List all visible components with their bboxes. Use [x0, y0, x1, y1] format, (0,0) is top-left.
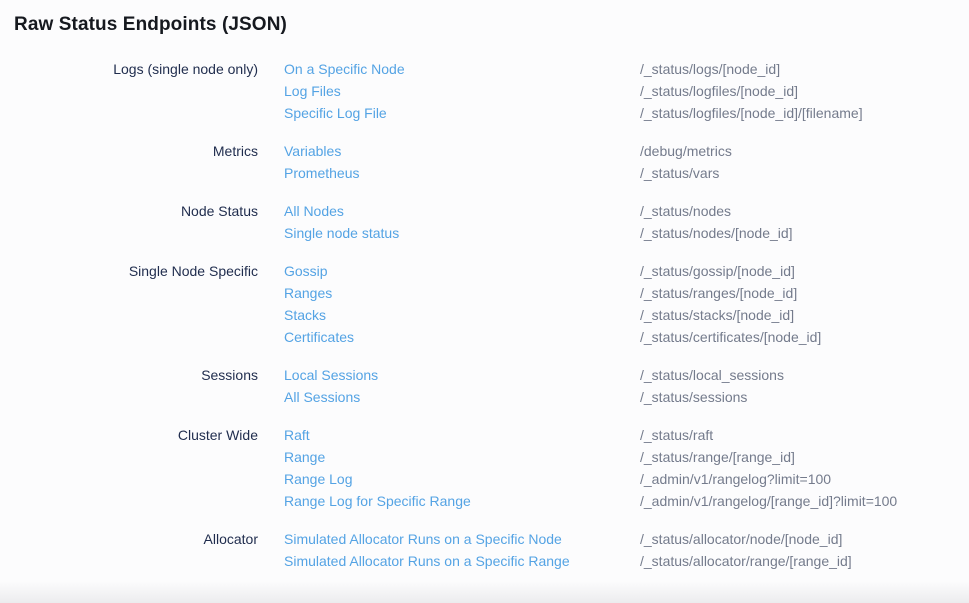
group-rows: On a Specific Node /_status/logs/[node_i… — [284, 58, 955, 124]
group-cluster-wide: Cluster Wide Raft /_status/raft Range /_… — [14, 424, 955, 512]
group-rows: Variables /debug/metrics Prometheus /_st… — [284, 140, 955, 184]
group-logs: Logs (single node only) On a Specific No… — [14, 58, 955, 124]
group-rows: Raft /_status/raft Range /_status/range/… — [284, 424, 955, 512]
endpoint-path: /debug/metrics — [640, 140, 732, 162]
endpoint-link-range-log-for-specific-range[interactable]: Range Log for Specific Range — [284, 490, 640, 512]
group-single-node-specific: Single Node Specific Gossip /_status/gos… — [14, 260, 955, 348]
group-node-status: Node Status All Nodes /_status/nodes Sin… — [14, 200, 955, 244]
endpoint-path: /_status/gossip/[node_id] — [640, 260, 795, 282]
endpoint-row: Stacks /_status/stacks/[node_id] — [284, 304, 955, 326]
group-rows: Gossip /_status/gossip/[node_id] Ranges … — [284, 260, 955, 348]
endpoint-row: Raft /_status/raft — [284, 424, 955, 446]
endpoint-link-ranges[interactable]: Ranges — [284, 282, 640, 304]
endpoint-link-all-nodes[interactable]: All Nodes — [284, 200, 640, 222]
endpoint-link-local-sessions[interactable]: Local Sessions — [284, 364, 640, 386]
endpoint-link-range-log[interactable]: Range Log — [284, 468, 640, 490]
endpoint-link-log-files[interactable]: Log Files — [284, 80, 640, 102]
endpoint-link-range[interactable]: Range — [284, 446, 640, 468]
endpoint-row: All Nodes /_status/nodes — [284, 200, 955, 222]
endpoint-row: Gossip /_status/gossip/[node_id] — [284, 260, 955, 282]
endpoint-link-stacks[interactable]: Stacks — [284, 304, 640, 326]
endpoint-link-gossip[interactable]: Gossip — [284, 260, 640, 282]
group-rows: Local Sessions /_status/local_sessions A… — [284, 364, 955, 408]
endpoint-path: /_status/allocator/node/[node_id] — [640, 528, 842, 550]
endpoint-row: Local Sessions /_status/local_sessions — [284, 364, 955, 386]
raw-status-endpoints-page: Raw Status Endpoints (JSON) Logs (single… — [0, 0, 969, 572]
group-category-label: Sessions — [14, 364, 258, 386]
endpoint-link-simulated-allocator-runs-range[interactable]: Simulated Allocator Runs on a Specific R… — [284, 550, 640, 572]
endpoint-row: Range Log /_admin/v1/rangelog?limit=100 — [284, 468, 955, 490]
endpoint-link-single-node-status[interactable]: Single node status — [284, 222, 640, 244]
bottom-fade — [0, 581, 969, 603]
endpoint-row: Simulated Allocator Runs on a Specific R… — [284, 550, 955, 572]
endpoint-path: /_status/ranges/[node_id] — [640, 282, 797, 304]
endpoint-path: /_status/stacks/[node_id] — [640, 304, 794, 326]
endpoint-row: Single node status /_status/nodes/[node_… — [284, 222, 955, 244]
group-rows: All Nodes /_status/nodes Single node sta… — [284, 200, 955, 244]
endpoint-row: Log Files /_status/logfiles/[node_id] — [284, 80, 955, 102]
endpoint-path: /_status/logfiles/[node_id]/[filename] — [640, 102, 863, 124]
endpoint-path: /_status/local_sessions — [640, 364, 784, 386]
endpoint-link-prometheus[interactable]: Prometheus — [284, 162, 640, 184]
group-rows: Simulated Allocator Runs on a Specific N… — [284, 528, 955, 572]
endpoint-path: /_admin/v1/rangelog/[range_id]?limit=100 — [640, 490, 897, 512]
group-allocator: Allocator Simulated Allocator Runs on a … — [14, 528, 955, 572]
group-category-label: Cluster Wide — [14, 424, 258, 446]
endpoint-link-specific-log-file[interactable]: Specific Log File — [284, 102, 640, 124]
endpoint-row: On a Specific Node /_status/logs/[node_i… — [284, 58, 955, 80]
endpoint-path: /_status/vars — [640, 162, 719, 184]
endpoint-row: Prometheus /_status/vars — [284, 162, 955, 184]
group-category-label: Single Node Specific — [14, 260, 258, 282]
group-sessions: Sessions Local Sessions /_status/local_s… — [14, 364, 955, 408]
endpoint-row: Certificates /_status/certificates/[node… — [284, 326, 955, 348]
endpoint-path: /_status/certificates/[node_id] — [640, 326, 821, 348]
endpoint-path: /_status/logfiles/[node_id] — [640, 80, 798, 102]
endpoint-link-certificates[interactable]: Certificates — [284, 326, 640, 348]
endpoint-row: Simulated Allocator Runs on a Specific N… — [284, 528, 955, 550]
endpoint-row: Ranges /_status/ranges/[node_id] — [284, 282, 955, 304]
endpoint-row: Specific Log File /_status/logfiles/[nod… — [284, 102, 955, 124]
endpoint-path: /_status/sessions — [640, 386, 747, 408]
endpoint-link-variables[interactable]: Variables — [284, 140, 640, 162]
endpoints-table: Logs (single node only) On a Specific No… — [14, 58, 955, 572]
endpoint-link-all-sessions[interactable]: All Sessions — [284, 386, 640, 408]
endpoint-row: Range Log for Specific Range /_admin/v1/… — [284, 490, 955, 512]
group-metrics: Metrics Variables /debug/metrics Prometh… — [14, 140, 955, 184]
group-category-label: Node Status — [14, 200, 258, 222]
endpoint-path: /_status/logs/[node_id] — [640, 58, 780, 80]
endpoint-row: Range /_status/range/[range_id] — [284, 446, 955, 468]
group-category-label: Logs (single node only) — [14, 58, 258, 80]
endpoint-link-simulated-allocator-runs-node[interactable]: Simulated Allocator Runs on a Specific N… — [284, 528, 640, 550]
endpoint-path: /_admin/v1/rangelog?limit=100 — [640, 468, 831, 490]
endpoint-path: /_status/range/[range_id] — [640, 446, 795, 468]
endpoint-path: /_status/nodes/[node_id] — [640, 222, 793, 244]
endpoint-path: /_status/nodes — [640, 200, 731, 222]
group-category-label: Allocator — [14, 528, 258, 550]
endpoint-row: Variables /debug/metrics — [284, 140, 955, 162]
endpoint-link-raft[interactable]: Raft — [284, 424, 640, 446]
endpoint-path: /_status/allocator/range/[range_id] — [640, 550, 852, 572]
endpoint-link-on-a-specific-node[interactable]: On a Specific Node — [284, 58, 640, 80]
page-title: Raw Status Endpoints (JSON) — [14, 12, 955, 37]
endpoint-path: /_status/raft — [640, 424, 713, 446]
endpoint-row: All Sessions /_status/sessions — [284, 386, 955, 408]
group-category-label: Metrics — [14, 140, 258, 162]
